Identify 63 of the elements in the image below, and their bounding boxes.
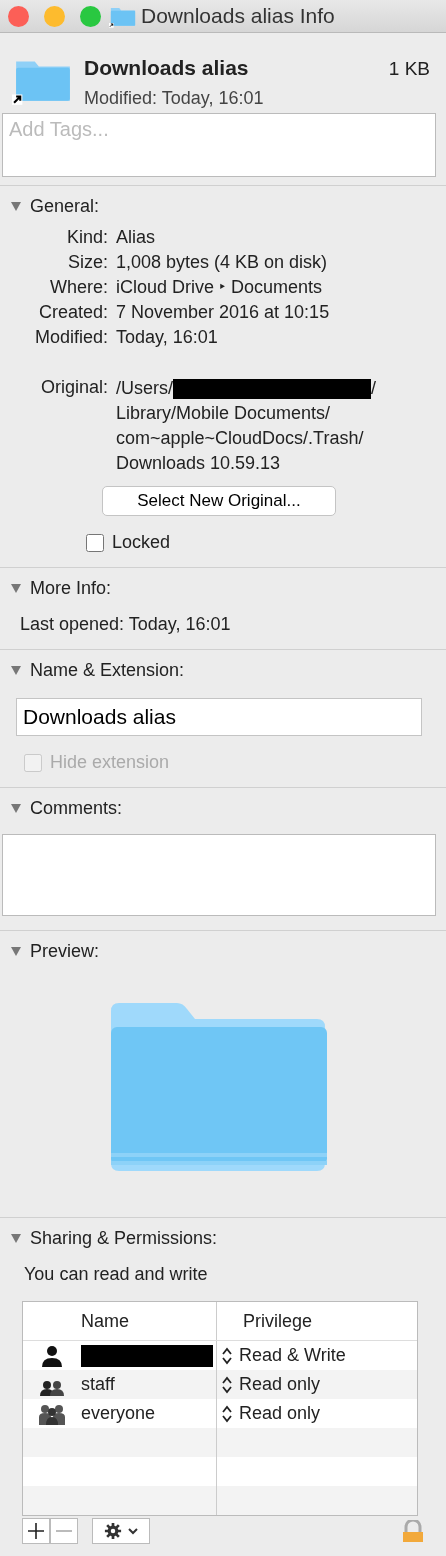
disclosure-triangle-icon[interactable] (10, 945, 22, 957)
add-button[interactable] (22, 1518, 50, 1544)
checkbox-label: Locked (112, 532, 171, 553)
gear-icon (103, 1522, 123, 1540)
stepper-icon[interactable] (221, 1404, 233, 1423)
section-heading[interactable]: General: (30, 195, 100, 217)
privilege-value[interactable]: Read only (239, 1403, 321, 1424)
field-value: Alias (116, 226, 156, 249)
path-text: Library/Mobile Documents/ (116, 402, 332, 425)
comments-field[interactable] (2, 834, 436, 916)
disclosure-triangle-icon[interactable] (10, 1232, 22, 1244)
path-text: /Users/ (116, 377, 173, 400)
window-title: Downloads alias Info (141, 4, 335, 28)
checkbox-label: Hide extension (50, 752, 170, 773)
section-heading[interactable]: More Info: (30, 577, 112, 599)
field-label: Original: (39, 376, 108, 399)
path-text: / (371, 377, 377, 400)
field-label: Modified: (33, 326, 108, 349)
field-value: 1,008 bytes (4 KB on disk) (116, 251, 329, 274)
privilege-value[interactable]: Read only (239, 1374, 321, 1395)
person-icon (39, 1344, 65, 1367)
section-heading[interactable]: Preview: (30, 940, 100, 962)
group-people-icon (39, 1402, 65, 1425)
field-label: Created: (37, 301, 108, 324)
disclosure-triangle-icon[interactable] (10, 582, 22, 594)
file-name: Downloads alias (84, 56, 250, 80)
path-text: com~apple~CloudDocs/.Trash/ (116, 427, 365, 450)
path-text: Downloads 10.59.13 (116, 452, 282, 475)
field-label: Last opened: (20, 614, 125, 634)
disclosure-triangle-icon[interactable] (10, 802, 22, 814)
field-value: Today, 16:01 (128, 614, 231, 634)
stepper-icon[interactable] (221, 1346, 233, 1365)
section-heading[interactable]: Comments: (30, 797, 123, 819)
section-heading[interactable]: Name & Extension: (30, 659, 185, 681)
plus-icon (27, 1522, 45, 1540)
privilege-value[interactable]: Read & Write (239, 1345, 346, 1366)
section-heading[interactable]: Sharing & Permissions: (30, 1227, 218, 1249)
field-label: Size: (66, 251, 108, 274)
name-field[interactable]: Downloads alias (16, 698, 422, 736)
minus-icon (56, 1530, 72, 1532)
field-label: Kind: (65, 226, 108, 249)
disclosure-triangle-icon[interactable] (10, 664, 22, 676)
modified-label: Modified: (84, 88, 158, 108)
action-menu-button[interactable] (92, 1518, 150, 1544)
locked-checkbox[interactable] (86, 533, 104, 552)
stepper-icon[interactable] (221, 1375, 233, 1394)
column-header[interactable]: Privilege (217, 1302, 417, 1340)
lock-icon[interactable] (400, 1520, 426, 1542)
tags-field[interactable]: Add Tags... (2, 113, 436, 177)
column-header[interactable]: Name (23, 1302, 217, 1340)
select-original-button[interactable]: Select New Original... (102, 486, 336, 516)
chevron-down-icon (127, 1526, 139, 1536)
field-value: iCloud Drive ‣ Documents (116, 276, 324, 299)
modified-date: Today, 16:01 (161, 88, 264, 108)
file-size: 1 KB (388, 58, 430, 80)
field-value: 7 November 2016 at 10:15 (116, 301, 331, 324)
disclosure-triangle-icon[interactable] (10, 200, 22, 212)
user-name: staff (81, 1374, 115, 1395)
field-label: Where: (48, 276, 108, 299)
user-name: everyone (81, 1403, 156, 1424)
permission-note: You can read and write (23, 1264, 209, 1285)
field-value: Today, 16:01 (116, 326, 219, 349)
close-button[interactable] (8, 5, 29, 27)
